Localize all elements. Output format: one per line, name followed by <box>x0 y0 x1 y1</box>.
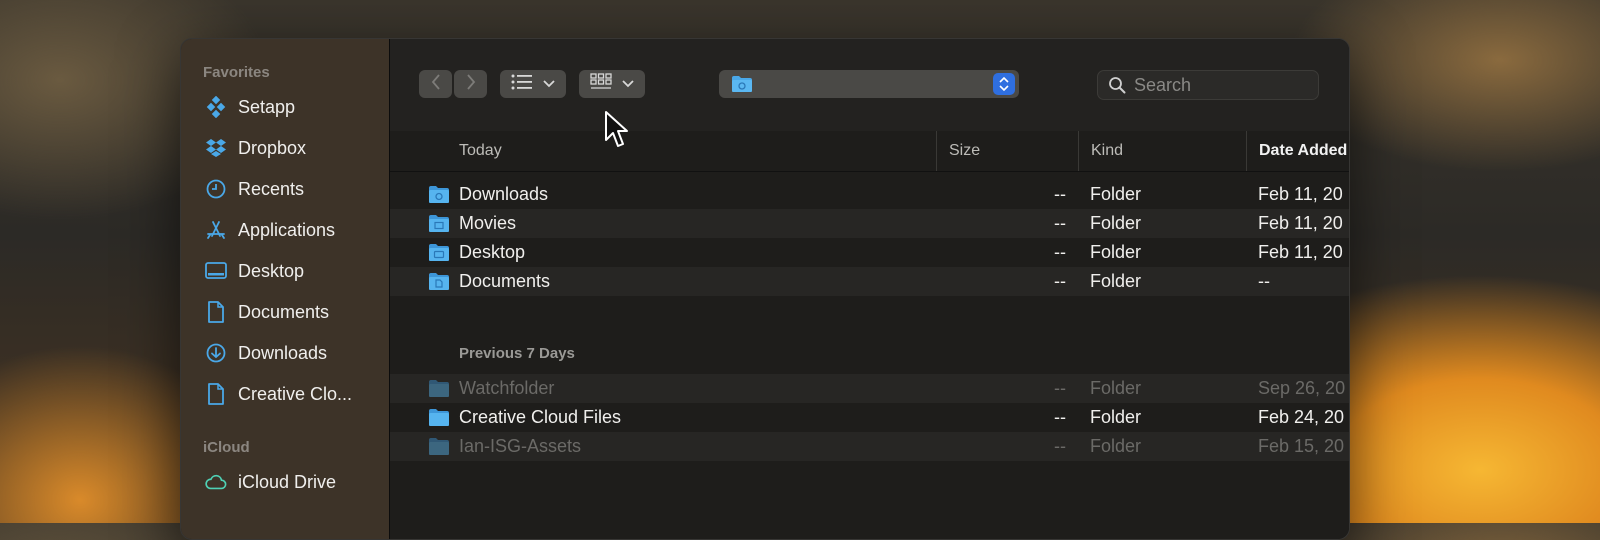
document-icon <box>205 301 227 323</box>
up-down-chevron-icon <box>993 73 1015 95</box>
chevron-down-icon <box>622 75 634 93</box>
toolbar <box>390 39 1349 132</box>
folder-icon <box>428 272 450 296</box>
folder-icon <box>428 214 450 238</box>
main-content: Today Size Kind Date Added Downloads -- … <box>390 39 1349 539</box>
list-view-icon <box>511 74 533 95</box>
sidebar-item-label: Applications <box>238 219 336 240</box>
folder-icon <box>731 75 753 98</box>
sidebar-section-icloud: iCloud <box>203 439 250 456</box>
sidebar-item-icloud-drive[interactable]: iCloud Drive <box>205 467 375 497</box>
search-icon <box>1108 76 1126 94</box>
folder-icon <box>428 185 450 209</box>
file-row-documents[interactable]: Documents -- Folder -- <box>390 267 1349 296</box>
sidebar-item-label: Setapp <box>238 96 296 117</box>
sidebar-item-desktop[interactable]: Desktop <box>205 256 375 286</box>
file-row-movies[interactable]: Movies -- Folder Feb 11, 20 <box>390 209 1349 238</box>
path-popup[interactable] <box>719 70 1019 98</box>
setapp-icon <box>205 96 227 118</box>
file-row-desktop[interactable]: Desktop -- Folder Feb 11, 20 <box>390 238 1349 267</box>
sidebar-item-setapp[interactable]: Setapp <box>205 92 375 122</box>
sidebar-item-dropbox[interactable]: Dropbox <box>205 133 375 163</box>
folder-icon <box>428 243 450 267</box>
applications-icon <box>205 219 227 241</box>
folder-icon <box>428 408 450 432</box>
sidebar-item-recents[interactable]: Recents <box>205 174 375 204</box>
file-row-watchfolder[interactable]: Watchfolder -- Folder Sep 26, 20 <box>390 374 1349 403</box>
document-icon <box>205 383 227 405</box>
sidebar-section-favorites: Favorites <box>203 64 270 81</box>
column-header: Today Size Kind Date Added <box>390 131 1349 172</box>
forward-button[interactable] <box>454 70 487 98</box>
file-row-creative-cloud-files[interactable]: Creative Cloud Files -- Folder Feb 24, 2… <box>390 403 1349 432</box>
column-name-header[interactable]: Today <box>459 131 502 171</box>
chevron-right-icon <box>466 73 476 95</box>
group-by-button[interactable] <box>579 70 645 98</box>
mouse-pointer-icon <box>604 110 630 155</box>
column-kind-header[interactable]: Kind <box>1078 131 1246 171</box>
sidebar-item-label: Creative Clo... <box>238 383 353 404</box>
folder-icon <box>428 379 450 403</box>
dropbox-icon <box>205 137 227 159</box>
sidebar-item-downloads[interactable]: Downloads <box>205 338 375 368</box>
sidebar-item-creative-cloud[interactable]: Creative Clo... <box>205 379 375 409</box>
finder-window: Favorites Setapp Dropbox Recents Applica… <box>180 38 1350 540</box>
folder-icon <box>428 437 450 461</box>
file-row-downloads[interactable]: Downloads -- Folder Feb 11, 20 <box>390 180 1349 209</box>
search-field[interactable] <box>1097 70 1319 100</box>
sidebar-item-label: Recents <box>238 178 305 199</box>
column-date-added-header[interactable]: Date Added <box>1246 131 1349 171</box>
group-header-previous-7-days: Previous 7 Days <box>459 345 575 362</box>
sidebar-item-label: Downloads <box>238 342 328 363</box>
file-row-ian-isg-assets[interactable]: Ian-ISG-Assets -- Folder Feb 15, 20 <box>390 432 1349 461</box>
desktop-icon <box>205 260 227 282</box>
sidebar-item-applications[interactable]: Applications <box>205 215 375 245</box>
download-icon <box>205 342 227 364</box>
chevron-left-icon <box>431 73 441 95</box>
search-input[interactable] <box>1132 73 1306 97</box>
chevron-down-icon <box>543 75 555 93</box>
clock-icon <box>205 178 227 200</box>
sidebar-item-label: Documents <box>238 301 330 322</box>
back-button[interactable] <box>419 70 452 98</box>
sidebar-item-documents[interactable]: Documents <box>205 297 375 327</box>
sidebar-item-label: iCloud Drive <box>238 471 337 492</box>
sidebar: Favorites Setapp Dropbox Recents Applica… <box>181 39 390 539</box>
cloud-icon <box>205 471 227 493</box>
sidebar-item-label: Dropbox <box>238 137 307 158</box>
column-size-header[interactable]: Size <box>936 131 1079 171</box>
view-options-button[interactable] <box>500 70 566 98</box>
sidebar-item-label: Desktop <box>238 260 305 281</box>
grid-icon <box>590 72 612 96</box>
